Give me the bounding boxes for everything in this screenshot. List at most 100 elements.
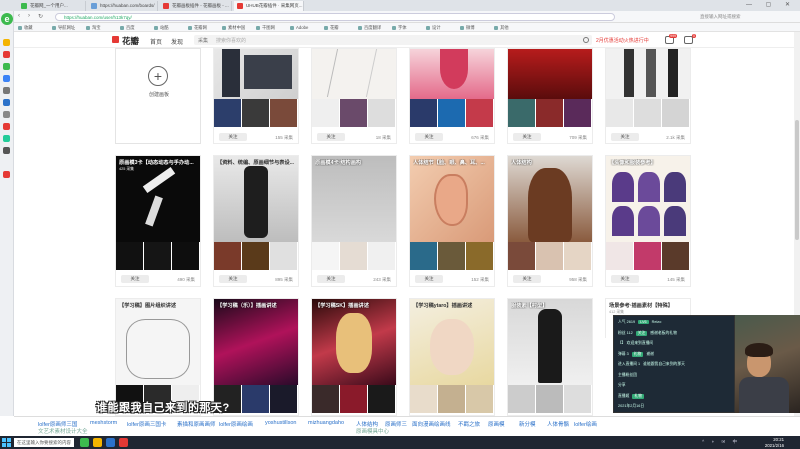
- bookmark-link[interactable]: 花瓣: [324, 25, 339, 31]
- board-thumb[interactable]: [214, 242, 242, 270]
- board-thumb[interactable]: [410, 385, 438, 413]
- board-title[interactable]: 原画模4卡·结构画构: [315, 159, 393, 166]
- download-icon[interactable]: [3, 135, 10, 142]
- board-thumb[interactable]: [340, 99, 368, 127]
- note-icon[interactable]: [3, 87, 10, 94]
- browser-tab[interactable]: https://huaban.com/boards/: [88, 1, 158, 11]
- follow-button[interactable]: 关注: [121, 275, 149, 283]
- keyword-link[interactable]: 不羁之旅: [458, 420, 480, 428]
- follow-button[interactable]: 关注: [415, 275, 443, 283]
- board-thumb[interactable]: [270, 242, 298, 270]
- board-thumb[interactable]: [116, 242, 144, 270]
- tools-icon[interactable]: [3, 111, 10, 118]
- board-cover-image[interactable]: 人体结构: [508, 156, 592, 242]
- board-thumb[interactable]: [634, 99, 662, 127]
- weibo-icon[interactable]: [3, 51, 10, 58]
- keyword-link[interactable]: lolfer原画三国卡: [127, 420, 166, 428]
- board-title[interactable]: 人体结节【脸、眼、鼻、耳、...: [413, 159, 491, 166]
- board-thumb[interactable]: [564, 99, 592, 127]
- browser-logo-icon[interactable]: e: [1, 13, 13, 25]
- board-cover-image[interactable]: 【头像和服装参考】: [606, 156, 690, 242]
- folder-taskbar-icon[interactable]: [93, 438, 102, 447]
- board-cover-image[interactable]: 【学习稿SK】插画讲述: [312, 299, 396, 385]
- board-card[interactable]: 【学习稿SK】插画讲述: [311, 298, 397, 416]
- keyword-link[interactable]: mizhuangdaho: [308, 420, 344, 426]
- board-thumb[interactable]: [536, 242, 564, 270]
- board-thumb[interactable]: [438, 99, 466, 127]
- bookmark-link[interactable]: 百度翻译: [358, 25, 381, 31]
- board-title[interactable]: 【头像和服装参考】: [609, 159, 687, 166]
- bookmark-link[interactable]: 千图网: [256, 25, 275, 31]
- bookmark-link[interactable]: Adobe: [290, 25, 308, 30]
- board-thumb[interactable]: [270, 99, 298, 127]
- board-thumb[interactable]: [466, 242, 494, 270]
- board-cover-image[interactable]: 原画模4卡·结构画构: [312, 156, 396, 242]
- keyword-link[interactable]: 原画模: [488, 420, 505, 428]
- app-taskbar-icon[interactable]: [119, 438, 128, 447]
- board-cover-image[interactable]: 【学习稿】图片组织讲述: [116, 299, 200, 385]
- keyword-link[interactable]: 面向漫画绘画线: [412, 420, 451, 428]
- board-thumb[interactable]: [242, 385, 270, 413]
- board-thumb[interactable]: [214, 99, 242, 127]
- bookmark-link[interactable]: 导航网址: [52, 25, 75, 31]
- board-title[interactable]: 人体结构: [511, 159, 589, 166]
- board-thumb[interactable]: [312, 99, 340, 127]
- board-cover-image[interactable]: [410, 49, 494, 99]
- board-thumb[interactable]: [340, 385, 368, 413]
- taskbar-clock[interactable]: 20:21 2021/2/16: [765, 437, 784, 448]
- search-icon[interactable]: [583, 37, 589, 43]
- board-thumb[interactable]: [368, 99, 396, 127]
- board-thumb[interactable]: [438, 385, 466, 413]
- bookmark-link[interactable]: 站酷: [154, 25, 169, 31]
- board-title[interactable]: 场景参考·插画素材【特殊】: [609, 302, 673, 309]
- board-cover-image[interactable]: 人体结节【脸、眼、鼻、耳、...: [410, 156, 494, 242]
- keyword-link[interactable]: yoshustillson: [265, 420, 297, 426]
- bookmark-link[interactable]: 素材中国: [222, 25, 245, 31]
- board-card[interactable]: 【资料、统编、原画细节与表设... 关注 895 采集: [213, 155, 299, 287]
- game-icon[interactable]: [3, 123, 10, 130]
- back-icon[interactable]: ‹: [18, 13, 20, 19]
- keyword-link[interactable]: 文艺术素材设计大全: [38, 427, 88, 435]
- browser-taskbar-icon[interactable]: [80, 438, 89, 447]
- wechat-icon[interactable]: [3, 63, 10, 70]
- nav-home[interactable]: 首页: [150, 37, 162, 46]
- bookmark-link[interactable]: 淘宝: [86, 25, 101, 31]
- search-input[interactable]: 搜索你喜欢的: [216, 37, 246, 44]
- board-title[interactable]: 【资料、统编、原画细节与表设...: [217, 159, 295, 166]
- board-cover-image[interactable]: [508, 49, 592, 99]
- plus-icon[interactable]: +: [148, 66, 168, 86]
- board-thumb[interactable]: [242, 242, 270, 270]
- board-card[interactable]: 关注 155 采集: [213, 48, 299, 144]
- board-title[interactable]: 【学习稿SK】插画讲述: [315, 302, 393, 309]
- board-thumb[interactable]: [368, 385, 396, 413]
- follow-button[interactable]: 关注: [611, 133, 639, 141]
- board-title[interactable]: 【学习稿（乐）】插画讲述: [217, 302, 295, 309]
- follow-button[interactable]: 关注: [219, 275, 247, 283]
- board-thumb[interactable]: [662, 99, 690, 127]
- board-thumb[interactable]: [172, 242, 200, 270]
- board-thumb[interactable]: [606, 242, 634, 270]
- keyword-link[interactable]: meshstorm: [90, 420, 117, 426]
- board-card[interactable]: 关注 2.1k 采集: [605, 48, 691, 144]
- board-thumb[interactable]: [634, 242, 662, 270]
- board-thumb[interactable]: [144, 242, 172, 270]
- omnibox-hint[interactable]: 直接输入网址或搜索: [700, 14, 741, 20]
- board-thumb[interactable]: [466, 99, 494, 127]
- board-thumb[interactable]: [270, 385, 298, 413]
- board-thumb[interactable]: [508, 385, 536, 413]
- board-title[interactable]: 原画模3卡【动态动态与手办动...: [119, 159, 197, 166]
- board-title[interactable]: 【学习稿ytaro】插画讲述: [413, 302, 491, 309]
- nav-discover[interactable]: 发现: [171, 37, 183, 46]
- window-controls[interactable]: — ▢ ✕: [746, 1, 796, 8]
- create-board-card[interactable]: + 创建画板: [115, 48, 201, 144]
- board-thumb[interactable]: [564, 242, 592, 270]
- board-card[interactable]: 关注 676 采集: [409, 48, 495, 144]
- follow-button[interactable]: 关注: [219, 133, 247, 141]
- message-icon[interactable]: 999: [665, 34, 677, 44]
- board-thumb[interactable]: [662, 242, 690, 270]
- bookmark-link[interactable]: 微博: [460, 25, 475, 31]
- scrollbar-thumb[interactable]: [795, 120, 799, 240]
- keyword-link[interactable]: 新分模: [519, 420, 536, 428]
- board-card[interactable]: 人体结构 关注 958 采集: [507, 155, 593, 287]
- board-cover-image[interactable]: 【资料、统编、原画细节与表设...: [214, 156, 298, 242]
